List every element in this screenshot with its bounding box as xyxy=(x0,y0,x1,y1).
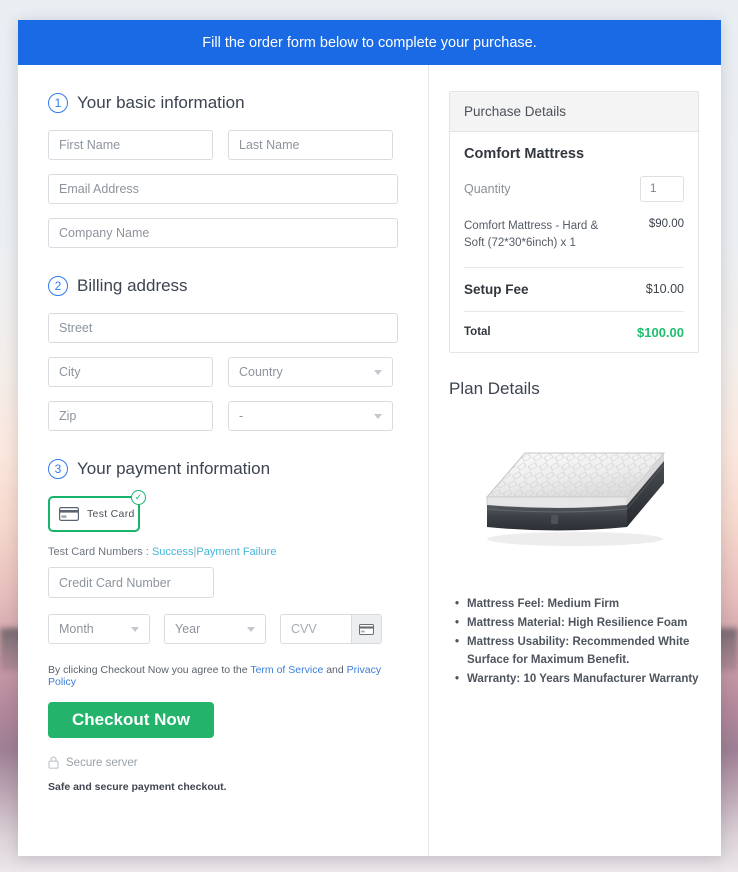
terms-conjunction: and xyxy=(326,664,344,676)
secure-server-label: Secure server xyxy=(66,756,138,769)
list-item: Mattress Usability: Recommended White Su… xyxy=(455,633,699,669)
link-test-card-success[interactable]: Success xyxy=(152,546,194,558)
cvv-field-group: CVV xyxy=(280,614,382,644)
quantity-row: Quantity 1 xyxy=(464,176,684,202)
test-card-numbers-hint: Test Card Numbers : Success|Payment Fail… xyxy=(48,546,398,558)
quantity-input[interactable]: 1 xyxy=(640,176,684,202)
link-test-card-failure[interactable]: Payment Failure xyxy=(196,546,276,558)
plan-details-title: Plan Details xyxy=(449,378,540,398)
line-item-description: Comfort Mattress - Hard & Soft (72*30*6i… xyxy=(464,220,599,250)
step-heading-basic-information: 1 Your basic information xyxy=(48,93,398,113)
purchase-details-body: Comfort Mattress Quantity 1 Comfort Matt… xyxy=(450,132,698,352)
chevron-down-icon xyxy=(374,369,382,375)
expiry-cvv-row: Month Year CVV xyxy=(48,614,398,644)
quantity-label: Quantity xyxy=(464,182,511,196)
name-row: First Name Last Name xyxy=(48,130,398,160)
product-name: Comfort Mattress xyxy=(464,146,585,162)
step-number-3: 3 xyxy=(48,459,68,479)
product-image xyxy=(449,399,699,589)
city-country-row: City Country xyxy=(48,357,398,387)
credit-card-icon xyxy=(359,623,374,635)
setup-fee-label: Setup Fee xyxy=(464,281,529,297)
purchase-details-panel: Purchase Details Comfort Mattress Quanti… xyxy=(449,91,699,353)
terms-agreement-text: By clicking Checkout Now you agree to th… xyxy=(48,664,398,688)
page-banner: Fill the order form below to complete yo… xyxy=(18,20,721,65)
chevron-down-icon xyxy=(247,626,255,632)
step-title-billing-address: Billing address xyxy=(77,276,188,295)
expiry-month-value: Month xyxy=(59,622,94,636)
step-number-2: 2 xyxy=(48,276,68,296)
list-item: Mattress Feel: Medium Firm xyxy=(455,595,699,613)
total-amount: $100.00 xyxy=(637,324,684,340)
city-input[interactable]: City xyxy=(48,357,213,387)
credit-card-number-input[interactable]: Credit Card Number xyxy=(48,567,214,598)
chevron-down-icon xyxy=(131,626,139,632)
first-name-input[interactable]: First Name xyxy=(48,130,213,160)
country-select-value: Country xyxy=(239,365,283,379)
setup-fee-amount: $10.00 xyxy=(645,282,684,296)
banner-text: Fill the order form below to complete yo… xyxy=(202,34,537,51)
line-item-amount: $90.00 xyxy=(648,218,684,230)
check-circle-icon: ✓ xyxy=(131,490,146,505)
link-term-of-service[interactable]: Term of Service xyxy=(250,664,323,676)
lock-icon xyxy=(48,756,59,769)
step-title-payment-information: Your payment information xyxy=(77,459,271,478)
cvv-card-icon-addon xyxy=(351,615,381,643)
email-row: Email Address xyxy=(48,174,398,204)
step-number-1: 1 xyxy=(48,93,68,113)
payment-method-label: Test Card xyxy=(87,508,135,520)
credit-card-icon xyxy=(59,507,79,521)
total-row: Total $100.00 xyxy=(464,312,684,340)
card-number-row: Credit Card Number xyxy=(48,567,398,598)
zip-state-row: Zip - xyxy=(48,401,398,431)
expiry-year-select[interactable]: Year xyxy=(164,614,266,644)
street-row: Street xyxy=(48,313,398,343)
email-input[interactable]: Email Address xyxy=(48,174,398,204)
state-select-value: - xyxy=(239,409,244,423)
test-card-numbers-prefix: Test Card Numbers : xyxy=(48,546,149,558)
step-heading-payment-information: 3 Your payment information xyxy=(48,459,398,479)
checkout-card: Fill the order form below to complete yo… xyxy=(18,20,721,856)
step-title-basic-information: Your basic information xyxy=(77,93,245,112)
zip-input[interactable]: Zip xyxy=(48,401,213,431)
chevron-down-icon xyxy=(374,413,382,419)
purchase-summary-column: Purchase Details Comfort Mattress Quanti… xyxy=(429,65,721,856)
cvv-input[interactable]: CVV xyxy=(281,615,351,643)
last-name-input[interactable]: Last Name xyxy=(228,130,393,160)
secure-server-note: Secure server xyxy=(48,756,398,769)
terms-prefix: By clicking Checkout Now you agree to th… xyxy=(48,664,248,676)
setup-fee-row: Setup Fee $10.00 xyxy=(464,268,684,312)
expiry-year-value: Year xyxy=(175,622,201,636)
country-select[interactable]: Country xyxy=(228,357,393,387)
expiry-month-select[interactable]: Month xyxy=(48,614,150,644)
company-name-input[interactable]: Company Name xyxy=(48,218,398,248)
safe-checkout-note: Safe and secure payment checkout. xyxy=(48,781,227,793)
checkout-now-button[interactable]: Checkout Now xyxy=(48,702,214,738)
list-item: Warranty: 10 Years Manufacturer Warranty xyxy=(455,670,699,688)
step-heading-billing-address: 2 Billing address xyxy=(48,276,398,296)
state-select[interactable]: - xyxy=(228,401,393,431)
payment-method-test-card[interactable]: Test Card ✓ xyxy=(48,490,146,532)
street-input[interactable]: Street xyxy=(48,313,398,343)
mattress-illustration xyxy=(485,452,665,546)
company-row: Company Name xyxy=(48,218,398,248)
purchase-details-header: Purchase Details xyxy=(450,92,698,132)
plan-features-list: Mattress Feel: Medium Firm Mattress Mate… xyxy=(449,595,699,689)
total-label: Total xyxy=(464,326,491,338)
line-item-row: Comfort Mattress - Hard & Soft (72*30*6i… xyxy=(464,218,684,268)
checkout-body: 1 Your basic information First Name Last… xyxy=(18,65,721,856)
list-item: Mattress Material: High Resilience Foam xyxy=(455,614,699,632)
order-form-column: 1 Your basic information First Name Last… xyxy=(18,65,429,856)
